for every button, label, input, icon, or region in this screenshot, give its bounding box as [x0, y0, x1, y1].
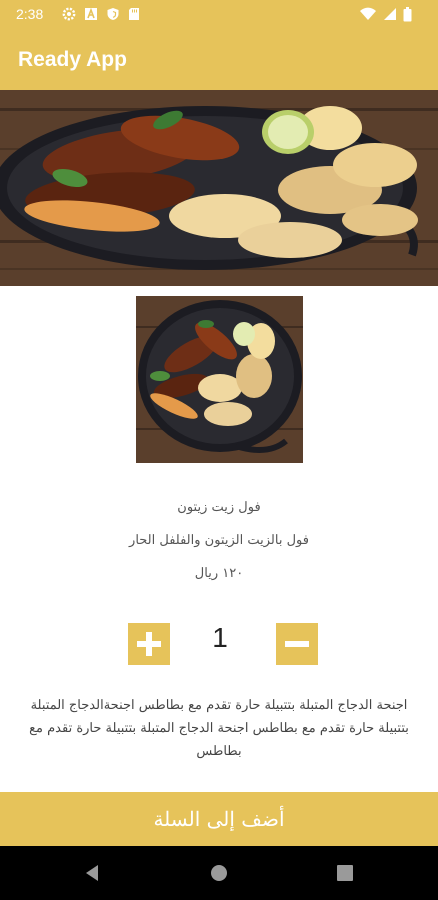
home-icon[interactable] [208, 862, 230, 884]
plus-icon [137, 632, 161, 656]
product-subtitle: فول بالزيت الزيتون والفلفل الحار [129, 533, 309, 548]
gear-icon [62, 7, 76, 21]
product-name: فول زيت زيتون [177, 500, 261, 515]
app-bar: Ready App [0, 30, 438, 90]
shield-icon [107, 8, 119, 20]
add-to-cart-button[interactable]: أضف إلى السلة [0, 792, 438, 846]
navigation-bar [0, 846, 438, 900]
wifi-icon [360, 7, 376, 20]
signal-icon [384, 8, 396, 20]
minus-icon [285, 641, 309, 647]
a-icon [85, 7, 97, 20]
increment-button[interactable] [128, 623, 170, 665]
product-description: اجنحة الدجاج المتبلة بتتبيلة حارة تقدم م… [29, 698, 409, 759]
decrement-button[interactable] [276, 623, 318, 665]
hero-image [0, 90, 438, 286]
app-title: Ready App [18, 48, 127, 71]
status-bar: 2:38 [0, 0, 438, 30]
battery-icon [403, 7, 412, 22]
product-price: ١٢٠ ريال [194, 566, 244, 581]
recents-icon[interactable] [334, 862, 356, 884]
quantity-value: 1 [212, 622, 228, 653]
sd-card-icon [129, 8, 139, 20]
product-thumbnail [136, 296, 303, 463]
status-time: 2:38 [16, 6, 44, 22]
back-icon[interactable] [82, 862, 104, 884]
